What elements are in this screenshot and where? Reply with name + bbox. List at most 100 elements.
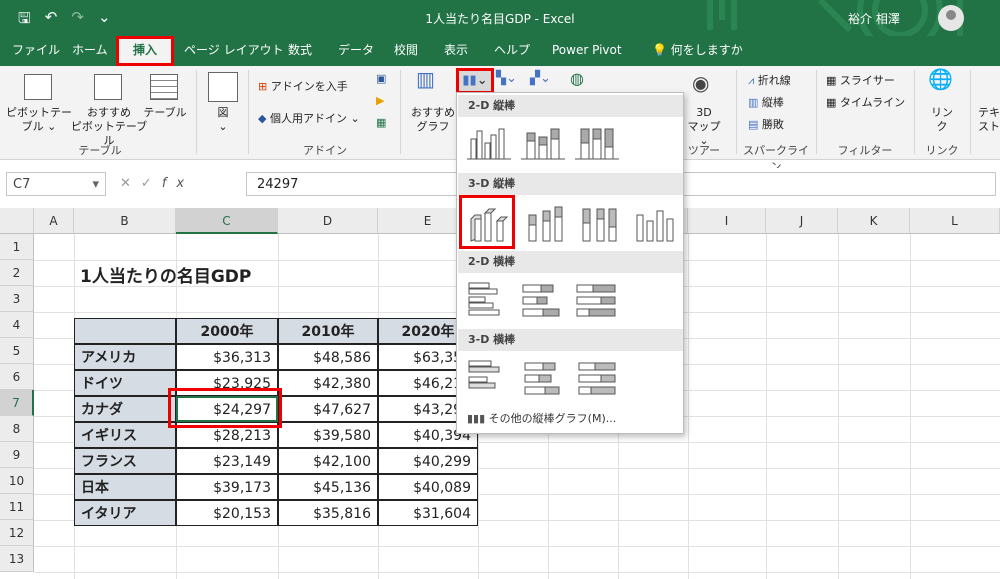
tab-insert[interactable]: 挿入 [116, 36, 174, 66]
row-header-11[interactable]: 11 [0, 494, 34, 520]
data-cell[interactable]: $20,153 [176, 500, 278, 526]
hierarchy-chart-button[interactable]: ▞⌄ [530, 72, 551, 86]
data-cell[interactable]: $40,299 [378, 448, 478, 474]
col-header-l[interactable]: L [910, 208, 1000, 234]
row-label-cell[interactable]: カナダ [74, 396, 176, 422]
row-header-10[interactable]: 10 [0, 468, 34, 494]
data-cell[interactable]: $48,586 [278, 344, 378, 370]
row-header-9[interactable]: 9 [0, 442, 34, 468]
row-label-cell[interactable]: アメリカ [74, 344, 176, 370]
col-header-b[interactable]: B [74, 208, 176, 234]
row-header-4[interactable]: 4 [0, 312, 34, 338]
tab-help[interactable]: ヘルプ [488, 36, 536, 66]
col-header-c[interactable]: C [176, 208, 278, 234]
tab-formulas[interactable]: 数式 [282, 36, 318, 66]
row-header-2[interactable]: 2 [0, 260, 34, 286]
column-chart-button[interactable]: ▮▮⌄ [456, 68, 494, 94]
row-header-5[interactable]: 5 [0, 338, 34, 364]
name-box[interactable]: C7 ▾ [6, 172, 106, 196]
data-cell[interactable]: $36,313 [176, 344, 278, 370]
3d-clustered-bar-icon[interactable] [465, 355, 513, 399]
3d-stacked-column-icon[interactable] [519, 201, 567, 245]
row-label-cell[interactable]: イギリス [74, 422, 176, 448]
active-cell-c7[interactable] [176, 396, 278, 422]
slicer-button[interactable]: ▦ スライサー [826, 74, 895, 88]
tab-review[interactable]: 校閲 [388, 36, 424, 66]
row-header-13[interactable]: 13 [0, 546, 34, 572]
pivot-table-button[interactable]: ピボットテー ブル ⌄ [4, 106, 74, 134]
data-cell[interactable]: $40,089 [378, 474, 478, 500]
select-all-corner[interactable] [0, 208, 34, 234]
sparkline-winloss-button[interactable]: ▤ 勝敗 [748, 118, 784, 132]
tab-page-layout[interactable]: ページ レイアウト [178, 36, 290, 66]
maps-icon[interactable]: ◍ [570, 71, 584, 87]
recommended-charts-button[interactable]: おすすめ グラフ [406, 106, 460, 134]
visio-icon[interactable]: ▣ [376, 72, 386, 86]
avatar[interactable] [938, 5, 964, 31]
enter-icon[interactable]: ✓ [141, 176, 162, 191]
bing-icon[interactable]: ▶ [376, 94, 384, 108]
tell-me[interactable]: 💡 何をしますか [646, 36, 749, 66]
data-cell[interactable]: $39,173 [176, 474, 278, 500]
col-header-d[interactable]: D [278, 208, 378, 234]
3d-100-stacked-bar-icon[interactable] [573, 355, 621, 399]
col-header-j[interactable]: J [766, 208, 838, 234]
data-cell[interactable]: $45,136 [278, 474, 378, 500]
tab-view[interactable]: 表示 [438, 36, 474, 66]
cancel-icon[interactable]: ✕ [120, 176, 141, 191]
data-cell[interactable]: $35,816 [278, 500, 378, 526]
3d-100-stacked-column-icon[interactable] [573, 201, 621, 245]
table-button[interactable]: テーブル [140, 106, 190, 120]
col-header-a[interactable]: A [34, 208, 74, 234]
header-cell[interactable]: 2000年 [176, 318, 278, 344]
sparkline-line-icon: ⩘ [748, 74, 755, 87]
sparkline-line-button[interactable]: ⩘ 折れ線 [748, 74, 791, 88]
row-header-3[interactable]: 3 [0, 286, 34, 312]
sheet-title[interactable]: 1人当たりの名目GDP [74, 264, 257, 290]
people-graph-icon[interactable]: ▦ [376, 116, 386, 130]
header-corner-cell[interactable] [74, 318, 176, 344]
100-stacked-bar-icon[interactable] [573, 277, 621, 321]
stacked-column-icon[interactable] [519, 121, 567, 165]
100-stacked-column-icon[interactable] [573, 121, 621, 165]
data-cell[interactable]: $42,100 [278, 448, 378, 474]
row-header-6[interactable]: 6 [0, 364, 34, 390]
col-header-i[interactable]: I [688, 208, 766, 234]
row-header-7[interactable]: 7 [0, 390, 34, 416]
clustered-bar-icon[interactable] [465, 277, 513, 321]
link-button[interactable]: リン ク [922, 106, 962, 134]
data-cell[interactable]: $47,627 [278, 396, 378, 422]
more-column-charts-link[interactable]: ▮▮▮ その他の縦棒グラフ(M)... [467, 410, 616, 426]
3d-stacked-bar-icon[interactable] [519, 355, 567, 399]
my-addins-button[interactable]: ◆ 個人用アドイン ⌄ [258, 112, 360, 126]
get-addins-button[interactable]: ⊞ アドインを入手 [258, 80, 348, 94]
text-button[interactable]: テキ スト [978, 106, 1000, 134]
row-header-12[interactable]: 12 [0, 520, 34, 546]
row-header-8[interactable]: 8 [0, 416, 34, 442]
tab-home[interactable]: ホーム [66, 36, 114, 66]
row-label-cell[interactable]: 日本 [74, 474, 176, 500]
sparkline-column-button[interactable]: ▥ 縦棒 [748, 96, 784, 110]
row-header-1[interactable]: 1 [0, 234, 34, 260]
timeline-button[interactable]: ▦ タイムライン [826, 96, 905, 110]
row-label-cell[interactable]: ドイツ [74, 370, 176, 396]
title-bar: 🖫 ↶ ↷ ⌄ 1人当たり名目GDP - Excel 裕介 相澤 [0, 0, 1000, 53]
data-cell[interactable]: $39,580 [278, 422, 378, 448]
row-label-cell[interactable]: フランス [74, 448, 176, 474]
fx-icon[interactable]: fx [162, 176, 194, 191]
stacked-bar-icon[interactable] [519, 277, 567, 321]
data-cell[interactable]: $23,149 [176, 448, 278, 474]
tab-file[interactable]: ファイル [6, 36, 66, 66]
3d-column-icon[interactable] [629, 201, 677, 245]
row-label-cell[interactable]: イタリア [74, 500, 176, 526]
data-cell[interactable]: $42,380 [278, 370, 378, 396]
tab-power-pivot[interactable]: Power Pivot [546, 36, 628, 66]
header-cell[interactable]: 2010年 [278, 318, 378, 344]
tab-data[interactable]: データ [332, 36, 380, 66]
clustered-column-icon[interactable] [465, 121, 513, 165]
col-header-k[interactable]: K [838, 208, 910, 234]
line-chart-button[interactable]: ▚⌄ [496, 72, 517, 86]
illustrations-button[interactable]: 図 ⌄ [208, 106, 238, 134]
data-cell[interactable]: $31,604 [378, 500, 478, 526]
3d-clustered-column-icon[interactable] [465, 201, 513, 245]
